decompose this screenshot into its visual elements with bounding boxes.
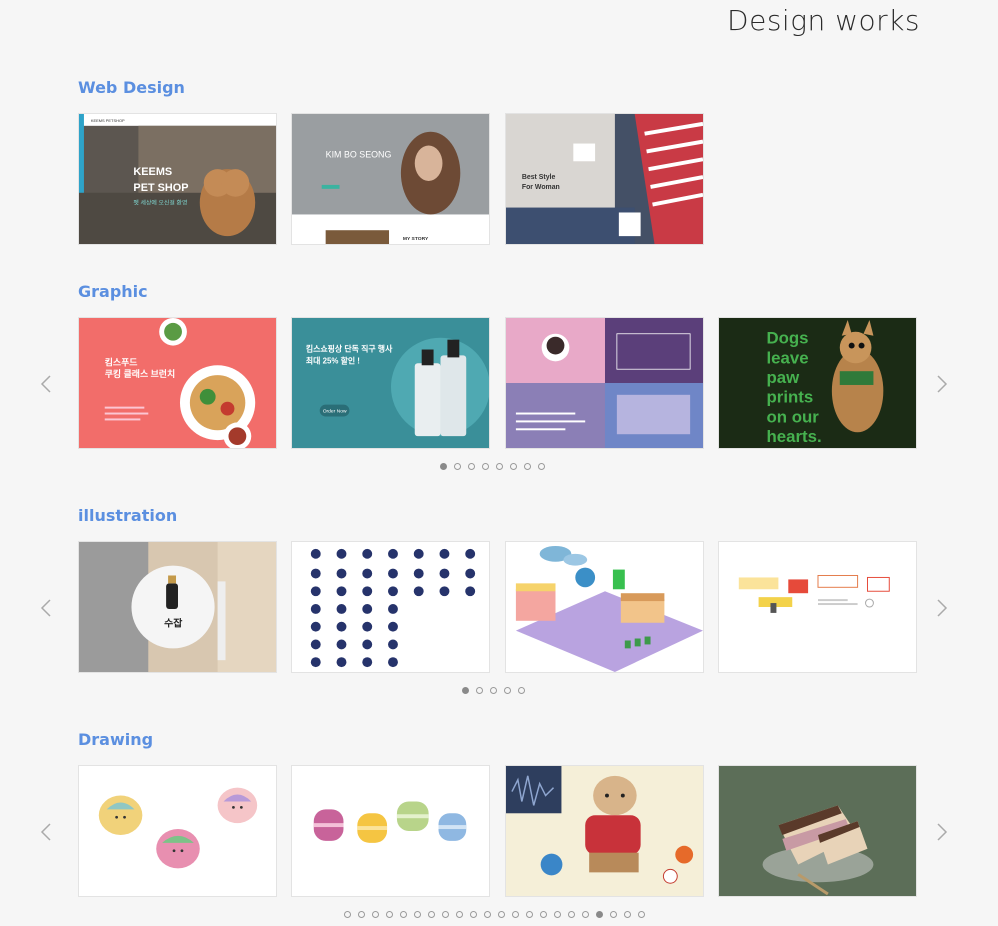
pagination-dot[interactable] bbox=[456, 911, 463, 918]
svg-text:수잡: 수잡 bbox=[164, 618, 182, 630]
pagination-dot[interactable] bbox=[498, 911, 505, 918]
web-design-card-2[interactable]: KIM BO SEONG MY STORY bbox=[291, 113, 490, 245]
drawing-card-1[interactable] bbox=[78, 765, 277, 897]
pagination-dot[interactable] bbox=[400, 911, 407, 918]
svg-text:Order Now: Order Now bbox=[323, 409, 347, 415]
illustration-pagination bbox=[462, 687, 525, 694]
svg-text:Dogs: Dogs bbox=[767, 329, 809, 348]
web-design-gallery: KEEMS PETSHOP KEEMS PET SHOP 펫 세상에 오신걸 환… bbox=[78, 113, 918, 245]
chevron-right-icon bbox=[937, 599, 948, 617]
graphic-prev-arrow[interactable] bbox=[36, 372, 56, 396]
drawing-prev-arrow[interactable] bbox=[36, 820, 56, 844]
illustration-card-4[interactable] bbox=[718, 541, 917, 673]
drawing-pagination bbox=[344, 911, 645, 918]
page-title: Design works bbox=[727, 4, 920, 37]
svg-text:KEEMS: KEEMS bbox=[133, 166, 172, 178]
illustration-gallery: 수잡 bbox=[78, 541, 918, 673]
svg-text:For Woman: For Woman bbox=[522, 184, 560, 191]
graphic-card-1[interactable]: 킴스푸드 쿠킹 클래스 브런치 bbox=[78, 317, 277, 449]
pagination-dot[interactable] bbox=[482, 463, 489, 470]
drawing-gallery bbox=[78, 765, 918, 897]
graphic-card-2[interactable]: 킴스쇼핑상 단독 직구 행사 최대 25% 할인 ! Order Now bbox=[291, 317, 490, 449]
pagination-dot[interactable] bbox=[476, 687, 483, 694]
pagination-dot[interactable] bbox=[540, 911, 547, 918]
svg-text:MY STORY: MY STORY bbox=[403, 236, 429, 242]
pagination-dot[interactable] bbox=[638, 911, 645, 918]
pagination-dot[interactable] bbox=[386, 911, 393, 918]
svg-text:펫 세상에 오신걸 환영: 펫 세상에 오신걸 환영 bbox=[133, 199, 187, 207]
chevron-left-icon bbox=[40, 599, 51, 617]
pagination-dot[interactable] bbox=[512, 911, 519, 918]
section-title-graphic: Graphic bbox=[78, 282, 148, 301]
pagination-dot[interactable] bbox=[504, 687, 511, 694]
svg-text:KIM BO SEONG: KIM BO SEONG bbox=[326, 149, 392, 159]
chevron-right-icon bbox=[937, 823, 948, 841]
chevron-left-icon bbox=[40, 823, 51, 841]
pagination-dot[interactable] bbox=[372, 911, 379, 918]
pagination-dot[interactable] bbox=[538, 463, 545, 470]
illustration-card-1[interactable]: 수잡 bbox=[78, 541, 277, 673]
pagination-dot[interactable] bbox=[510, 463, 517, 470]
svg-text:최대 25% 할인 !: 최대 25% 할인 ! bbox=[306, 355, 360, 365]
section-title-drawing: Drawing bbox=[78, 730, 154, 749]
chevron-left-icon bbox=[40, 375, 51, 393]
graphic-gallery: 킴스푸드 쿠킹 클래스 브런치 킴스쇼핑상 단독 직구 행사 최대 25% 할인… bbox=[78, 317, 918, 449]
illustration-next-arrow[interactable] bbox=[932, 596, 952, 620]
graphic-pagination bbox=[440, 463, 545, 470]
pagination-dot[interactable] bbox=[428, 911, 435, 918]
svg-text:hearts.: hearts. bbox=[767, 427, 822, 446]
pagination-dot[interactable] bbox=[484, 911, 491, 918]
svg-text:on our: on our bbox=[767, 407, 820, 426]
chevron-right-icon bbox=[937, 375, 948, 393]
drawing-card-4[interactable] bbox=[718, 765, 917, 897]
pagination-dot[interactable] bbox=[490, 687, 497, 694]
pagination-dot[interactable] bbox=[440, 463, 447, 470]
svg-text:leave: leave bbox=[767, 348, 809, 367]
svg-text:Best Style: Best Style bbox=[522, 174, 556, 181]
illustration-card-3[interactable] bbox=[505, 541, 704, 673]
graphic-next-arrow[interactable] bbox=[932, 372, 952, 396]
illustration-card-2[interactable] bbox=[291, 541, 490, 673]
pagination-dot[interactable] bbox=[454, 463, 461, 470]
pagination-dot[interactable] bbox=[518, 687, 525, 694]
pagination-dot[interactable] bbox=[596, 911, 603, 918]
pagination-dot[interactable] bbox=[554, 911, 561, 918]
svg-text:paw: paw bbox=[767, 368, 801, 387]
pagination-dot[interactable] bbox=[468, 463, 475, 470]
section-title-web-design: Web Design bbox=[78, 78, 185, 97]
pagination-dot[interactable] bbox=[358, 911, 365, 918]
svg-text:쿠킹 클래스 브런치: 쿠킹 클래스 브런치 bbox=[105, 368, 175, 379]
svg-text:킴스푸드: 킴스푸드 bbox=[105, 356, 138, 367]
pagination-dot[interactable] bbox=[470, 911, 477, 918]
drawing-next-arrow[interactable] bbox=[932, 820, 952, 844]
web-design-card-1[interactable]: KEEMS PETSHOP KEEMS PET SHOP 펫 세상에 오신걸 환… bbox=[78, 113, 277, 245]
pagination-dot[interactable] bbox=[582, 911, 589, 918]
pagination-dot[interactable] bbox=[610, 911, 617, 918]
svg-text:prints: prints bbox=[767, 388, 814, 407]
svg-text:킴스쇼핑상 단독 직구 행사: 킴스쇼핑상 단독 직구 행사 bbox=[306, 344, 393, 354]
pagination-dot[interactable] bbox=[524, 463, 531, 470]
pagination-dot[interactable] bbox=[414, 911, 421, 918]
section-title-illustration: illustration bbox=[78, 506, 178, 525]
pagination-dot[interactable] bbox=[462, 687, 469, 694]
pagination-dot[interactable] bbox=[496, 463, 503, 470]
pagination-dot[interactable] bbox=[442, 911, 449, 918]
drawing-card-3[interactable] bbox=[505, 765, 704, 897]
pagination-dot[interactable] bbox=[526, 911, 533, 918]
web-design-card-3[interactable]: Best Style For Woman bbox=[505, 113, 704, 245]
pagination-dot[interactable] bbox=[624, 911, 631, 918]
graphic-card-3[interactable] bbox=[505, 317, 704, 449]
pagination-dot[interactable] bbox=[344, 911, 351, 918]
svg-text:KEEMS PETSHOP: KEEMS PETSHOP bbox=[91, 118, 125, 123]
graphic-card-4[interactable]: Dogs leave paw prints on our hearts. bbox=[718, 317, 917, 449]
illustration-prev-arrow[interactable] bbox=[36, 596, 56, 620]
pagination-dot[interactable] bbox=[568, 911, 575, 918]
drawing-card-2[interactable] bbox=[291, 765, 490, 897]
svg-text:PET SHOP: PET SHOP bbox=[133, 182, 188, 194]
